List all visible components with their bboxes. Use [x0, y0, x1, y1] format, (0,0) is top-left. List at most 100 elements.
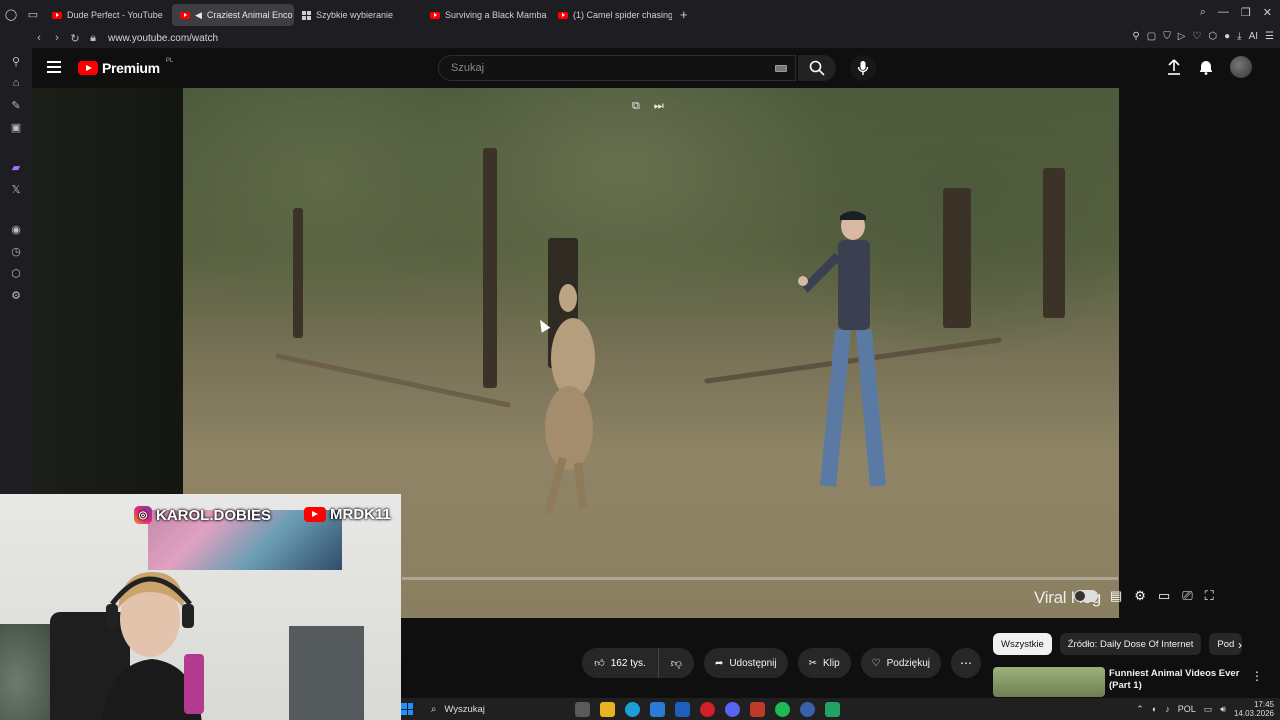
heart-icon[interactable]: ♡	[1192, 31, 1201, 42]
url-field[interactable]: www.youtube.com/watch	[108, 33, 218, 44]
aria-icon[interactable]: AI	[1249, 31, 1258, 42]
windows-start-icon[interactable]	[401, 703, 413, 715]
chip-all[interactable]: Wszystkie	[993, 633, 1052, 655]
avatar[interactable]	[1230, 56, 1252, 78]
tree-trunk	[483, 148, 497, 388]
store-icon[interactable]	[650, 701, 665, 717]
youtube-premium-logo[interactable]: Premium PL	[78, 58, 174, 76]
miniplayer-icon[interactable]: ⧉	[632, 100, 640, 113]
clip-label: Klip	[822, 657, 840, 669]
notifications-bell-icon[interactable]	[1198, 59, 1214, 75]
new-tab-icon[interactable]: +	[680, 7, 688, 22]
back-icon[interactable]: ‹	[30, 32, 48, 44]
settings-icon[interactable]: ⚙	[8, 288, 24, 302]
speed-dial-icon	[302, 10, 311, 20]
search-icon: ⌕	[431, 703, 437, 715]
fullscreen-icon[interactable]: ⛶	[1205, 588, 1214, 604]
obs-icon[interactable]	[800, 701, 815, 717]
upload-icon[interactable]	[1166, 59, 1182, 75]
cast-icon[interactable]: ⎚	[1182, 588, 1192, 604]
thanks-button[interactable]: ♡ Podziękuj	[860, 648, 941, 678]
tab-2[interactable]: Szybkie wybieranie	[294, 4, 422, 26]
chevron-right-icon[interactable]: ›	[1238, 638, 1242, 652]
theater-mode-icon[interactable]: ▭	[1158, 588, 1170, 604]
tab-4[interactable]: (1) Camel spider chasing c	[550, 4, 672, 26]
x-icon[interactable]: 𝕏	[8, 182, 24, 196]
scissors-icon: ✂	[808, 657, 817, 669]
discord-icon[interactable]	[725, 701, 740, 717]
subtitles-icon[interactable]: ▤	[1110, 588, 1122, 604]
chip-source[interactable]: Źródło: Daily Dose Of Internet	[1059, 633, 1202, 655]
ai-label: AI	[1248, 31, 1259, 42]
thumbs-down-icon: 👎︎	[670, 657, 682, 670]
download-icon[interactable]: ⤓	[1237, 31, 1241, 42]
voice-search-button[interactable]	[850, 55, 876, 81]
reload-icon[interactable]: ↻	[66, 32, 84, 45]
more-actions-button[interactable]: ⋯	[951, 648, 981, 678]
tab-label: Craziest Animal Enco	[206, 10, 293, 20]
extensions-icon[interactable]: ⬡	[1208, 31, 1217, 42]
youtube-logo-icon	[78, 61, 98, 75]
player-icon[interactable]: ▷	[1178, 31, 1186, 42]
search-input[interactable]	[451, 62, 751, 74]
search-button[interactable]	[798, 55, 836, 81]
menu-icon[interactable]: ☰	[1265, 31, 1274, 42]
shield-icon[interactable]: ⛉	[1163, 31, 1171, 42]
task-view-icon[interactable]	[575, 701, 590, 717]
extensions-sidebar-icon[interactable]: ⬡	[8, 266, 24, 280]
tab-0[interactable]: Dude Perfect - YouTube	[44, 4, 172, 26]
keyboard-icon[interactable]	[775, 65, 787, 72]
pinboard-icon[interactable]: ✎	[8, 98, 24, 112]
recommended-thumbnail[interactable]	[993, 667, 1105, 697]
search-tabs-icon[interactable]: ⌕	[1200, 6, 1206, 19]
history-icon[interactable]: ◷	[8, 244, 24, 258]
autoplay-toggle[interactable]	[1074, 590, 1098, 602]
twitch-icon[interactable]: ▰	[8, 160, 24, 174]
mic-tray-icon[interactable]: ♪	[1165, 704, 1170, 714]
more-vertical-icon[interactable]: ⋮	[1251, 669, 1263, 683]
like-button[interactable]: 👍︎ 162 tys.	[582, 648, 659, 678]
capcut-icon[interactable]	[750, 701, 765, 717]
hamburger-menu-icon[interactable]	[47, 61, 61, 73]
display-icon[interactable]: ▭	[1204, 704, 1213, 715]
opera-icon[interactable]	[700, 701, 715, 717]
minimize-icon[interactable]: —	[1218, 6, 1229, 19]
messenger-icon[interactable]: ▣	[8, 120, 24, 134]
share-button[interactable]: ➦ Udostępnij	[703, 648, 788, 678]
dislike-button[interactable]: 👎︎	[659, 648, 694, 678]
file-explorer-icon[interactable]	[600, 701, 615, 717]
tab-3[interactable]: Surviving a Black Mamba	[422, 4, 550, 26]
clip-button[interactable]: ✂ Klip	[797, 648, 851, 678]
snapshot-icon[interactable]: ▢	[1147, 31, 1156, 42]
video-progress-bar[interactable]	[402, 577, 1118, 580]
language-indicator[interactable]: POL	[1178, 704, 1196, 714]
aria-sidebar-icon[interactable]: ⚲	[8, 54, 24, 68]
settings-gear-icon[interactable]: ⚙	[1134, 588, 1146, 604]
restore-icon[interactable]: ❐	[1241, 6, 1251, 19]
app-icon[interactable]	[825, 701, 840, 717]
tab-overview-icon[interactable]: ▭	[22, 3, 44, 25]
player-sidebar-icon[interactable]: ◉	[8, 222, 24, 236]
account-icon[interactable]: ●	[1224, 31, 1230, 42]
forward-icon[interactable]: ›	[48, 32, 66, 44]
recommended-video[interactable]: Funniest Animal Videos Ever (Part 1) ⋮	[993, 666, 1273, 697]
close-icon[interactable]: ✕	[1263, 6, 1272, 19]
logo-region: PL	[165, 58, 174, 64]
taskbar-search[interactable]: ⌕ Wyszukaj	[431, 704, 571, 715]
pin-icon[interactable]: ⚲	[1132, 31, 1139, 42]
recommended-title[interactable]: Funniest Animal Videos Ever (Part 1)	[1109, 668, 1249, 692]
youtube-icon	[52, 11, 62, 19]
edge-icon[interactable]	[625, 701, 640, 717]
next-icon[interactable]: ⏭	[654, 100, 664, 113]
tab-1[interactable]: ◀ Craziest Animal Enco	[172, 4, 294, 26]
outlook-icon[interactable]	[675, 701, 690, 717]
volume-icon[interactable]: 🔊︎	[1220, 704, 1226, 715]
clock[interactable]: 17:45 14.03.2026	[1234, 700, 1274, 718]
opera-menu-icon[interactable]: ◯	[0, 3, 22, 25]
spotify-icon[interactable]	[775, 701, 790, 717]
network-icon[interactable]: ◐	[1152, 704, 1157, 714]
tray-expand-icon[interactable]: ⌃	[1136, 704, 1144, 715]
youtube-handle: MRDK11	[330, 506, 391, 523]
crypto-wallet-icon[interactable]: ⌂	[8, 76, 24, 90]
video-top-controls: ⧉ ⏭	[632, 100, 664, 113]
